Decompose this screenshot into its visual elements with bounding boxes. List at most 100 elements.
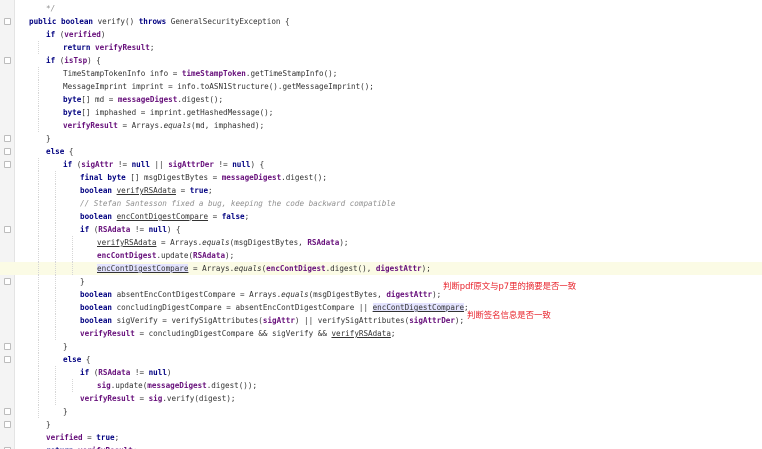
code-line[interactable]: } [0, 275, 762, 288]
fold-marker-icon[interactable] [4, 161, 11, 168]
fold-marker-icon[interactable] [4, 148, 11, 155]
code-token: RSAdata [193, 251, 226, 260]
code-token: ) || verifySigAttributes( [294, 316, 410, 325]
code-line[interactable]: verifyResult = sig.verify(digest); [0, 392, 762, 405]
code-text: TimeStampTokenInfo info = timeStampToken… [63, 67, 337, 80]
code-token: MessageImprint imprint = info.toASN1Stru… [63, 82, 374, 91]
fold-marker-icon[interactable] [4, 408, 11, 415]
code-text: if (RSAdata != null) { [80, 223, 181, 236]
code-line[interactable]: if (RSAdata != null) { [0, 223, 762, 236]
code-line[interactable]: if (RSAdata != null) [0, 366, 762, 379]
code-token: byte [63, 95, 82, 104]
code-token: null [148, 368, 167, 377]
code-line[interactable]: if (verified) [0, 28, 762, 41]
code-line[interactable]: else { [0, 145, 762, 158]
code-line[interactable]: boolean concludingDigestCompare = absent… [0, 301, 762, 314]
fold-marker-icon[interactable] [4, 226, 11, 233]
code-line[interactable]: sig.update(messageDigest.digest()); [0, 379, 762, 392]
code-line[interactable]: byte[] imphashed = imprint.getHashedMess… [0, 106, 762, 119]
code-token: ) { [250, 160, 265, 169]
code-line[interactable]: if (isTsp) { [0, 54, 762, 67]
code-text: encContDigest.update(RSAdata); [97, 249, 234, 262]
indent-guide [55, 314, 56, 327]
fold-marker-icon[interactable] [4, 57, 11, 64]
code-text: verified = true; [46, 431, 119, 444]
fold-marker-icon[interactable] [4, 356, 11, 363]
code-editor[interactable]: */ public boolean verify() throws General… [0, 0, 762, 449]
code-token: equals [281, 290, 309, 299]
code-line[interactable]: final byte [] msgDigestBytes = messageDi… [0, 171, 762, 184]
code-token: verifyResult [63, 121, 118, 130]
code-token: throws [138, 17, 171, 26]
indent-guide [72, 262, 73, 275]
code-line[interactable]: verifyResult = concludingDigestCompare &… [0, 327, 762, 340]
code-token: = Arrays. [117, 121, 164, 130]
code-line[interactable]: boolean absentEncContDigestCompare = Arr… [0, 288, 762, 301]
code-text: if (verified) [46, 28, 105, 41]
fold-marker-icon[interactable] [4, 278, 11, 285]
code-line[interactable]: boolean encContDigestCompare = false; [0, 210, 762, 223]
code-token: = Arrays. [156, 238, 203, 247]
code-line[interactable]: boolean sigVerify = verifySigAttributes(… [0, 314, 762, 327]
code-token: messageDigest [117, 95, 178, 104]
code-token: ); [339, 238, 349, 247]
indent-guide [38, 236, 39, 249]
code-line[interactable]: } [0, 418, 762, 431]
code-line[interactable]: MessageImprint imprint = info.toASN1Stru… [0, 80, 762, 93]
code-token: else [46, 147, 69, 156]
code-token: sigAttr [81, 160, 114, 169]
code-line[interactable]: verified = true; [0, 431, 762, 444]
code-line[interactable]: */ [0, 2, 762, 15]
indent-guide [38, 158, 39, 171]
indent-guide [38, 223, 39, 236]
indent-guide [38, 366, 39, 379]
code-line[interactable]: return verifyResult; [0, 444, 762, 449]
code-line[interactable]: public boolean verify() throws GeneralSe… [0, 15, 762, 28]
indent-guide [55, 366, 56, 379]
code-line[interactable]: byte[] md = messageDigest.digest(); [0, 93, 762, 106]
code-token: = [82, 433, 97, 442]
code-line[interactable]: encContDigestCompare = Arrays.equals(enc… [0, 262, 762, 275]
indent-guide [38, 41, 39, 54]
code-line[interactable]: encContDigest.update(RSAdata); [0, 249, 762, 262]
code-token: if [80, 225, 94, 234]
code-line[interactable]: boolean verifyRSAdata = true; [0, 184, 762, 197]
code-token: */ [46, 4, 56, 13]
code-line[interactable]: TimeStampTokenInfo info = timeStampToken… [0, 67, 762, 80]
code-line[interactable]: } [0, 340, 762, 353]
code-token: encContDigestCompare [97, 264, 189, 273]
code-token: return [63, 43, 96, 52]
code-line[interactable]: else { [0, 353, 762, 366]
code-line[interactable]: } [0, 132, 762, 145]
indent-guide [38, 80, 39, 93]
code-token: .getTimeStampInfo(); [245, 69, 338, 78]
code-token: .update( [156, 251, 194, 260]
code-token: equals [202, 238, 230, 247]
code-text: boolean encContDigestCompare = false; [80, 210, 249, 223]
indent-guide [55, 392, 56, 405]
indent-guide [38, 405, 39, 418]
code-token: encContDigest [266, 264, 326, 273]
code-line[interactable]: verifyResult = Arrays.equals(md, imphash… [0, 119, 762, 132]
fold-marker-icon[interactable] [4, 135, 11, 142]
indent-guide [55, 249, 56, 262]
code-token: verify() [97, 17, 139, 26]
indent-guide [38, 275, 39, 288]
fold-marker-icon[interactable] [4, 421, 11, 428]
code-token: null [131, 160, 150, 169]
code-token: encContDigestCompare [372, 303, 465, 312]
code-token: concludingDigestCompare = absentEncContD… [116, 303, 373, 312]
code-line[interactable]: if (sigAttr != null || sigAttrDer != nul… [0, 158, 762, 171]
code-line[interactable]: verifyRSAdata = Arrays.equals(msgDigestB… [0, 236, 762, 249]
fold-marker-icon[interactable] [4, 343, 11, 350]
fold-marker-icon[interactable] [4, 18, 11, 25]
code-token: .digest(); [281, 173, 327, 182]
code-line[interactable]: return verifyResult; [0, 41, 762, 54]
code-line[interactable]: // Stefan Santesson fixed a bug, keeping… [0, 197, 762, 210]
code-line[interactable]: } [0, 405, 762, 418]
code-token: encContDigestCompare [116, 212, 209, 221]
code-token: .digest()); [206, 381, 258, 390]
indent-guide [38, 249, 39, 262]
code-token: != [130, 225, 149, 234]
indent-guide [55, 210, 56, 223]
